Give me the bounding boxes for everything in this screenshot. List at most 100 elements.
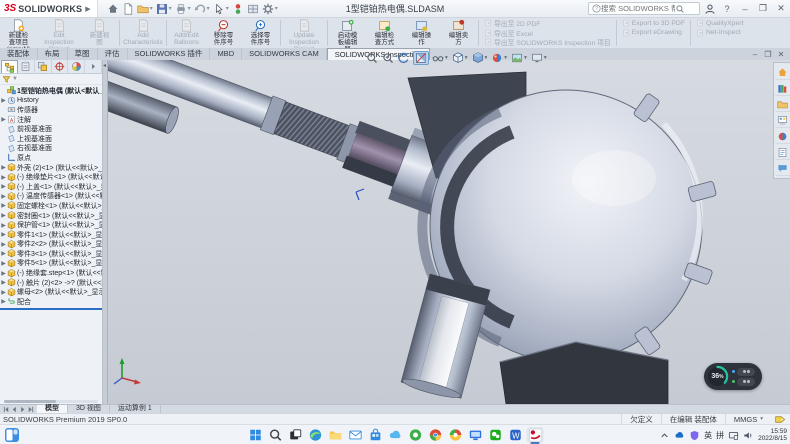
tree-item[interactable]: ▶零件1<1> (默认<<默认>_显示状态 (0, 230, 102, 240)
model-bottom-port[interactable] (400, 274, 490, 401)
expand-arrow-icon[interactable]: ▶ (0, 279, 7, 286)
expand-arrow-icon[interactable]: ▶ (0, 260, 7, 267)
tree-item[interactable]: ▶零件5<1> (默认<<默认>_显示状态 (0, 259, 102, 269)
dropdown-caret-icon[interactable]: ▾ (524, 55, 527, 61)
tree-item[interactable]: 传感器 (0, 105, 102, 115)
home-button[interactable] (106, 2, 120, 16)
previous-view[interactable] (397, 51, 411, 65)
custom-properties[interactable] (775, 145, 790, 160)
taskbar-app-green-circle[interactable] (407, 427, 424, 443)
tray-hidden-icons-chevron[interactable] (659, 430, 670, 441)
taskbar-search[interactable] (267, 427, 284, 443)
onedrive-icon[interactable] (674, 430, 685, 441)
dropdown-caret-icon[interactable]: ▾ (207, 5, 210, 12)
doc-tab-3D 视图[interactable]: 3D 视图 (68, 405, 110, 413)
tab-SOLIDWORKS 插件[interactable]: SOLIDWORKS 插件 (128, 48, 211, 60)
taskbar-app-cloud[interactable] (387, 427, 404, 443)
tree-item[interactable]: ▶螺母<2> (默认<<默认>_显示状态 (0, 287, 102, 297)
dropdown-caret-icon[interactable]: ▾ (188, 5, 191, 12)
tree-item[interactable]: ▶保护管<1> (默认<<默认>_显示状 (0, 220, 102, 230)
hide-show-items[interactable]: ▾ (431, 51, 449, 65)
print-button[interactable]: ▾ (174, 2, 192, 16)
help-button[interactable]: ? (720, 4, 734, 14)
tab-布局[interactable]: 布局 (38, 48, 68, 60)
expand-arrow-icon[interactable]: ▶ (0, 241, 7, 248)
expand-arrow-icon[interactable]: ▶ (0, 289, 7, 296)
taskbar-mail[interactable] (347, 427, 364, 443)
taskbar-widgets[interactable] (4, 427, 20, 443)
recorder-button-1[interactable] (737, 368, 755, 376)
dropdown-caret-icon[interactable]: ▾ (169, 5, 172, 12)
screen-recorder-widget[interactable]: 36% (704, 363, 762, 390)
tree-item[interactable]: 原点 (0, 153, 102, 163)
tree-item[interactable]: ▶密封圈<1> (默认<<默认>_显示状 (0, 211, 102, 221)
restore-button[interactable]: ❐ (756, 3, 770, 14)
doc-tab-运动算例 1[interactable]: 运动算例 1 (110, 405, 161, 413)
taskbar-edge[interactable] (307, 427, 324, 443)
tab-overflow[interactable] (85, 60, 102, 73)
minimize-button[interactable]: – (738, 4, 752, 14)
zoom-to-fit[interactable] (365, 51, 379, 65)
dropdown-caret-icon[interactable]: ▾ (485, 55, 488, 61)
dropdown-caret-icon[interactable]: ▾ (465, 55, 468, 61)
section-view[interactable] (413, 51, 429, 65)
save-button[interactable]: ▾ (155, 2, 173, 16)
taskbar-windows-start[interactable] (247, 427, 264, 443)
taskbar-task-view[interactable] (287, 427, 304, 443)
ribbon-button-编辑卖[interactable]: 编辑卖 方 (440, 18, 477, 48)
tree-item[interactable]: ▶零件2<2> (默认<<默认>_显示状态 (0, 240, 102, 250)
expand-arrow-icon[interactable]: ▶ (0, 212, 7, 219)
options-button[interactable]: ▾ (261, 2, 279, 16)
dropdown-caret-icon[interactable]: ▾ (544, 55, 547, 61)
logo-flyout-arrow-icon[interactable]: ▶ (85, 5, 90, 13)
tree-item[interactable]: 上视基准面 (0, 134, 102, 144)
graphics-viewport[interactable]: 36% (108, 60, 790, 404)
doc-minimize[interactable]: – (750, 50, 760, 59)
tab-prev-icon[interactable] (11, 406, 18, 413)
model-3d-view[interactable] (108, 60, 790, 404)
file-properties-button[interactable] (246, 2, 260, 16)
tree-filter-bar[interactable]: ▼ (0, 74, 102, 85)
cast-screen-icon[interactable] (728, 430, 739, 441)
search-input[interactable] (601, 4, 675, 13)
edit-appearance[interactable]: ▾ (490, 51, 508, 65)
security-shield-icon[interactable] (689, 430, 700, 441)
taskbar-browser-2[interactable] (447, 427, 464, 443)
apply-scene[interactable]: ▾ (510, 51, 528, 65)
recorder-button-2[interactable] (737, 378, 755, 386)
appearances-scenes[interactable] (775, 129, 790, 144)
tab-next-icon[interactable] (19, 406, 26, 413)
expand-arrow-icon[interactable]: ▶ (0, 298, 7, 305)
tab-scroll-arrows[interactable] (0, 405, 37, 413)
dropdown-caret-icon[interactable]: ▾ (275, 5, 278, 12)
ribbon-button-启动模[interactable]: 启动模 板编辑 器 (329, 18, 366, 48)
tree-item[interactable]: ▶(-) 上盖<1> (默认<<默认>_显示状 (0, 182, 102, 192)
ribbon-button-移除零[interactable]: 移除零 件序号 (205, 18, 242, 48)
dropdown-caret-icon[interactable]: ▾ (150, 5, 153, 12)
view-palette[interactable] (775, 113, 790, 128)
dropdown-caret-icon[interactable]: ▾ (226, 5, 229, 12)
volume-icon[interactable] (743, 430, 754, 441)
filter-caret-icon[interactable]: ▼ (12, 76, 18, 82)
taskbar-clock[interactable]: 15:59 2022/8/15 (758, 428, 787, 443)
help-search-box[interactable]: ? (588, 2, 700, 15)
dimxpertmanager-tab[interactable] (52, 60, 69, 73)
tree-item[interactable]: ▶配合 (0, 297, 102, 307)
tab-SOLIDWORKS CAM[interactable]: SOLIDWORKS CAM (242, 48, 327, 60)
collapse-panel-icon[interactable]: ◂ (103, 62, 106, 69)
tree-item[interactable]: ▶(-) 绝缘套.step<1> (默认<<默认> (0, 268, 102, 278)
view-settings[interactable]: ▾ (530, 51, 548, 65)
tree-item[interactable]: ▶History (0, 96, 102, 106)
tag-icon[interactable] (775, 415, 786, 424)
undo-button[interactable]: ▾ (193, 2, 211, 16)
tree-item[interactable]: ▶外壳 (2)<1> (默认<<默认>_显示状 (0, 163, 102, 173)
tree-item[interactable]: ▶(-) 触片 (2)<2> ->? (默认<<默认> (0, 278, 102, 288)
expand-arrow-icon[interactable]: ▶ (0, 250, 7, 257)
tree-item[interactable]: ▶(-) 温度传感器<1> (默认<<默认>_ (0, 192, 102, 202)
taskbar-file-explorer[interactable] (327, 427, 344, 443)
units-selector[interactable]: MMGS▾ (725, 414, 771, 424)
doc-restore[interactable]: ❐ (763, 50, 773, 59)
taskbar-app-w[interactable]: W (507, 427, 524, 443)
tree-item[interactable]: 右视基准面 (0, 144, 102, 154)
doc-close[interactable]: ✕ (776, 50, 786, 59)
